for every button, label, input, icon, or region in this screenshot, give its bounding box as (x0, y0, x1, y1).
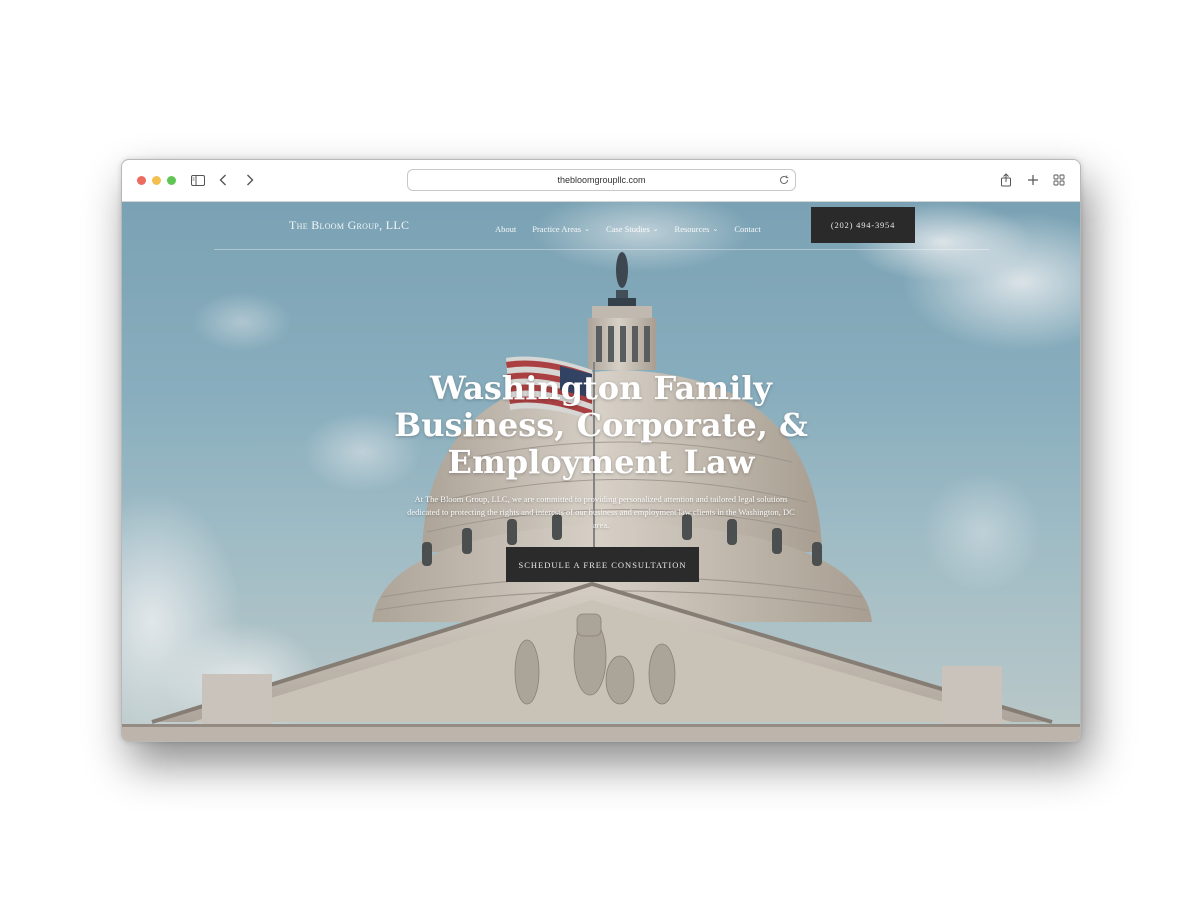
nav-item-resources[interactable]: Resources ⌄ (675, 222, 719, 236)
schedule-consultation-button[interactable]: SCHEDULE A FREE CONSULTATION (506, 547, 699, 582)
nav-item-label: Resources (674, 224, 710, 234)
hero-title-line: Washington Family (430, 369, 772, 407)
nav-item-contact[interactable]: Contact (734, 222, 760, 236)
site-logo[interactable]: The Bloom Group, LLC (289, 218, 409, 233)
chevron-down-icon: ⌄ (712, 225, 719, 233)
browser-window: thebloomgroupllc.com The Bloom Group, LL… (121, 159, 1081, 742)
tab-overview-icon[interactable] (1051, 172, 1067, 188)
nav-item-label: Case Studies (605, 224, 650, 234)
browser-toolbar: thebloomgroupllc.com (122, 160, 1080, 202)
chevron-down-icon: ⌄ (584, 225, 590, 233)
chevron-down-icon: ⌄ (652, 225, 659, 233)
nav-item-case-studies[interactable]: Case Studies ⌄ (606, 222, 659, 236)
hero-title: Washington Family Business, Corporate, &… (351, 370, 851, 481)
close-window-button[interactable] (137, 176, 146, 185)
hero-subtitle: At The Bloom Group, LLC, we are committe… (407, 494, 795, 530)
nav-item-label: Contact (734, 224, 761, 234)
minimize-window-button[interactable] (152, 176, 161, 185)
back-icon[interactable] (215, 172, 231, 188)
new-tab-icon[interactable] (1025, 172, 1041, 188)
nav-item-label: About (495, 224, 517, 234)
logo-suffix: , LLC (379, 218, 410, 232)
hero-title-line: Employment Law (447, 443, 755, 481)
phone-button[interactable]: (202) 494-3954 (811, 207, 915, 243)
address-bar[interactable]: thebloomgroupllc.com (407, 169, 796, 191)
share-icon[interactable] (998, 172, 1014, 188)
reload-icon[interactable] (777, 173, 791, 187)
page-viewport[interactable]: The Bloom Group, LLC About Practice Area… (122, 202, 1080, 741)
logo-prefix: The (289, 218, 308, 232)
nav-item-label: Practice Areas (532, 224, 582, 234)
url-text: thebloomgroupllc.com (557, 175, 646, 185)
hero-title-line: Business, Corporate, & (394, 406, 808, 444)
header-divider (214, 249, 990, 250)
nav-item-about[interactable]: About (495, 222, 516, 236)
zoom-window-button[interactable] (167, 176, 176, 185)
sidebar-icon[interactable] (190, 172, 206, 188)
logo-name: Bloom Group (311, 218, 380, 232)
main-nav: About Practice Areas ⌄ Case Studies ⌄ Re… (495, 222, 777, 236)
forward-icon[interactable] (242, 172, 258, 188)
nav-item-practice-areas[interactable]: Practice Areas ⌄ (532, 222, 590, 236)
site-header: The Bloom Group, LLC About Practice Area… (122, 202, 1080, 250)
